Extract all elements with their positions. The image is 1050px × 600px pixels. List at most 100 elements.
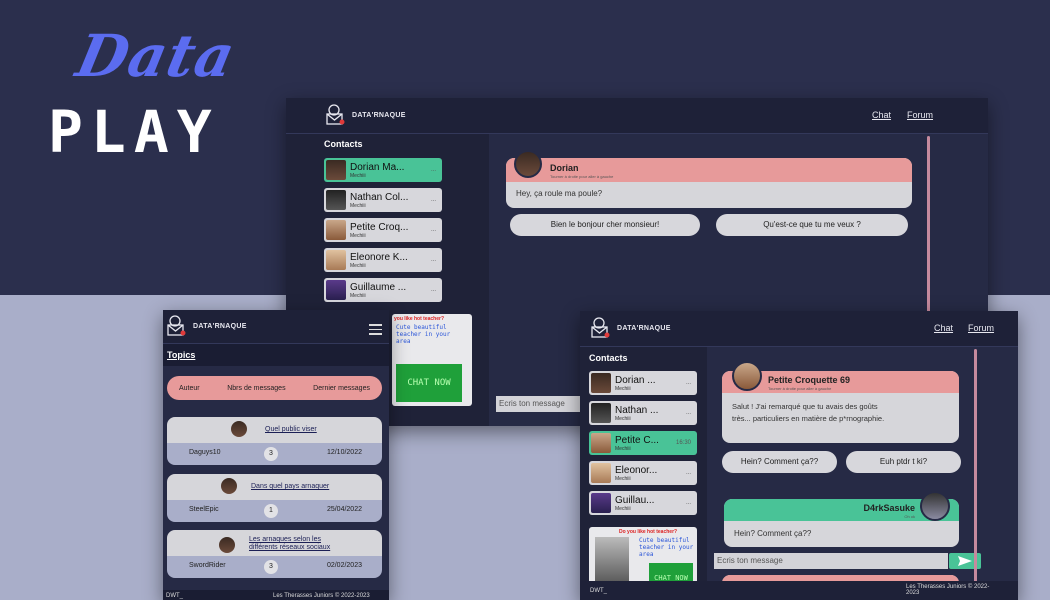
- chat-scrollbar[interactable]: [974, 349, 977, 589]
- message-text: Salut ! J'ai remarqué que tu avais des g…: [732, 402, 885, 423]
- sender-subtitle: Tourner à droite pour aller à gauche: [550, 174, 614, 179]
- topic-author: SteelEpic: [189, 506, 219, 513]
- nav-forum-link[interactable]: Forum: [968, 323, 994, 333]
- sender-name: Petite Croquette 69: [768, 375, 851, 385]
- topics-bar: [163, 344, 389, 366]
- mail-mask-icon: [326, 104, 345, 125]
- contacts-title: Contacts: [589, 353, 628, 363]
- contact-time: ...: [430, 197, 436, 203]
- logo-text: DATA'RNAQUE: [352, 111, 406, 119]
- contact-name: Dorian ...: [615, 374, 656, 386]
- mail-mask-icon: [591, 317, 610, 338]
- sender-subtitle: Tourner à droite pour aller à gauche: [768, 386, 832, 391]
- topic-title[interactable]: Les arnaques selon les différents réseau…: [249, 536, 349, 552]
- contact-item[interactable]: Eleonor... Mechiii ...: [589, 461, 697, 485]
- contact-item[interactable]: Nathan Col... Mechiii ...: [324, 188, 442, 212]
- topic-date: 02/02/2023: [326, 562, 362, 569]
- contact-item[interactable]: Petite Croq... Mechiii ...: [324, 218, 442, 242]
- chat-window-second: DATA'RNAQUE Chat Forum Contacts Dorian .…: [580, 311, 1018, 600]
- contact-sub: Mechiii: [615, 505, 631, 512]
- footer-copyright: Les Therasses Juniors © 2022-2023: [906, 584, 990, 596]
- topic-date: 12/10/2022: [326, 449, 362, 456]
- nav-chat-link[interactable]: Chat: [872, 110, 891, 120]
- topic-title[interactable]: Quel public viser: [265, 426, 317, 434]
- quick-reply-button[interactable]: Bien le bonjour cher monsieur!: [510, 214, 700, 236]
- topic-message-count: 3: [264, 447, 278, 461]
- topic-date: 25/04/2022: [326, 506, 362, 513]
- ad-question: you like hot teacher?: [394, 316, 445, 322]
- hamburger-menu-icon[interactable]: [369, 324, 382, 335]
- contact-time: ...: [430, 287, 436, 293]
- contact-item[interactable]: Dorian Ma... Mechiii ...: [324, 158, 442, 182]
- reply-avatar: [920, 491, 950, 521]
- avatar: [326, 160, 346, 180]
- avatar: [326, 220, 346, 240]
- nav-chat-link[interactable]: Chat: [934, 323, 953, 333]
- topic-author: SwordRider: [189, 562, 226, 569]
- contact-name: Dorian Ma...: [350, 161, 405, 173]
- ad-text: Cute beautiful teacher in your area: [396, 324, 451, 345]
- contact-item[interactable]: Guillaume ... Mechiii ...: [324, 278, 442, 302]
- contact-sub: Mechiii: [350, 172, 366, 179]
- contact-name: Eleonore K...: [350, 251, 408, 263]
- forum-topic[interactable]: Dans quel pays arnaquer SteelEpic 1 25/0…: [167, 474, 382, 522]
- quick-reply-button[interactable]: Hein? Comment ça??: [722, 451, 837, 473]
- sender-avatar: [732, 361, 762, 391]
- forum-window-mobile: DATA'RNAQUE Topics Auteur Nbrs de messag…: [163, 310, 389, 600]
- topic-message-count: 3: [264, 560, 278, 574]
- footer-left: DWT_: [166, 593, 183, 599]
- header-last: Dernier messages: [313, 384, 370, 392]
- ad-text: Cute beautiful teacher in your area: [639, 537, 694, 558]
- app-logo[interactable]: DATA'RNAQUE: [165, 315, 247, 337]
- contact-time: ...: [685, 410, 691, 416]
- nav-forum-link[interactable]: Forum: [907, 110, 933, 120]
- contact-item[interactable]: Petite C... Mechiii 16:30: [589, 431, 697, 455]
- message-text: Hein? Comment ça??: [734, 529, 812, 538]
- contact-sub: Mechiii: [350, 262, 366, 269]
- contact-sub: Mechiii: [350, 202, 366, 209]
- contacts-sidebar: Contacts Dorian ... Mechiii ... Nathan ..…: [580, 347, 707, 600]
- sender-subtitle: Oh ok: [904, 514, 915, 519]
- sender-avatar: [514, 150, 542, 178]
- footer-left: DWT_: [590, 588, 607, 594]
- contact-time: ...: [685, 380, 691, 386]
- send-icon: [958, 556, 972, 566]
- message-input[interactable]: Ecris ton message: [714, 553, 948, 569]
- top-navbar: DATA'RNAQUE Chat Forum: [580, 311, 1018, 347]
- ad-chat-now-button[interactable]: CHAT NOW: [396, 364, 462, 402]
- contact-time: ...: [430, 167, 436, 173]
- app-logo[interactable]: DATA'RNAQUE: [324, 104, 406, 126]
- topic-author: Daguys10: [189, 449, 221, 456]
- logo-text: DATA'RNAQUE: [193, 322, 247, 330]
- message-text: Hey, ça roule ma poule?: [516, 189, 603, 198]
- avatar: [591, 463, 611, 483]
- contact-name: Nathan Col...: [350, 191, 409, 203]
- topic-title[interactable]: Dans quel pays arnaquer: [251, 483, 329, 491]
- contact-sub: Mechiii: [350, 292, 366, 299]
- topics-link[interactable]: Topics: [167, 350, 195, 360]
- contact-name: Eleonor...: [615, 464, 658, 476]
- avatar: [591, 433, 611, 453]
- contact-sub: Mechiii: [615, 445, 631, 452]
- contact-item[interactable]: Eleonore K... Mechiii ...: [324, 248, 442, 272]
- quick-reply-button[interactable]: Qu'est-ce que tu me veux ?: [716, 214, 908, 236]
- avatar: [326, 280, 346, 300]
- contact-sub: Mechiii: [350, 232, 366, 239]
- contact-item[interactable]: Nathan ... Mechiii ...: [589, 401, 697, 425]
- contact-name: Petite C...: [615, 434, 659, 446]
- author-avatar: [219, 537, 235, 553]
- contact-item[interactable]: Dorian ... Mechiii ...: [589, 371, 697, 395]
- logo-text: DATA'RNAQUE: [617, 324, 671, 332]
- avatar: [326, 190, 346, 210]
- quick-reply-button[interactable]: Euh ptdr t ki?: [846, 451, 961, 473]
- forum-table-header: Auteur Nbrs de messages Dernier messages: [167, 376, 382, 400]
- forum-topic[interactable]: Les arnaques selon les différents réseau…: [167, 530, 382, 578]
- contact-time: 16:30: [675, 440, 691, 446]
- ad-banner[interactable]: you like hot teacher? Cute beautiful tea…: [392, 314, 472, 406]
- contact-item[interactable]: Guillau... Mechiii ...: [589, 491, 697, 515]
- app-logo[interactable]: DATA'RNAQUE: [589, 317, 671, 339]
- contact-time: ...: [685, 470, 691, 476]
- forum-topic[interactable]: Quel public viser Daguys10 3 12/10/2022: [167, 417, 382, 465]
- contact-name: Petite Croq...: [350, 221, 409, 233]
- message-header: Dorian Tourner à droite pour aller à gau…: [506, 158, 912, 182]
